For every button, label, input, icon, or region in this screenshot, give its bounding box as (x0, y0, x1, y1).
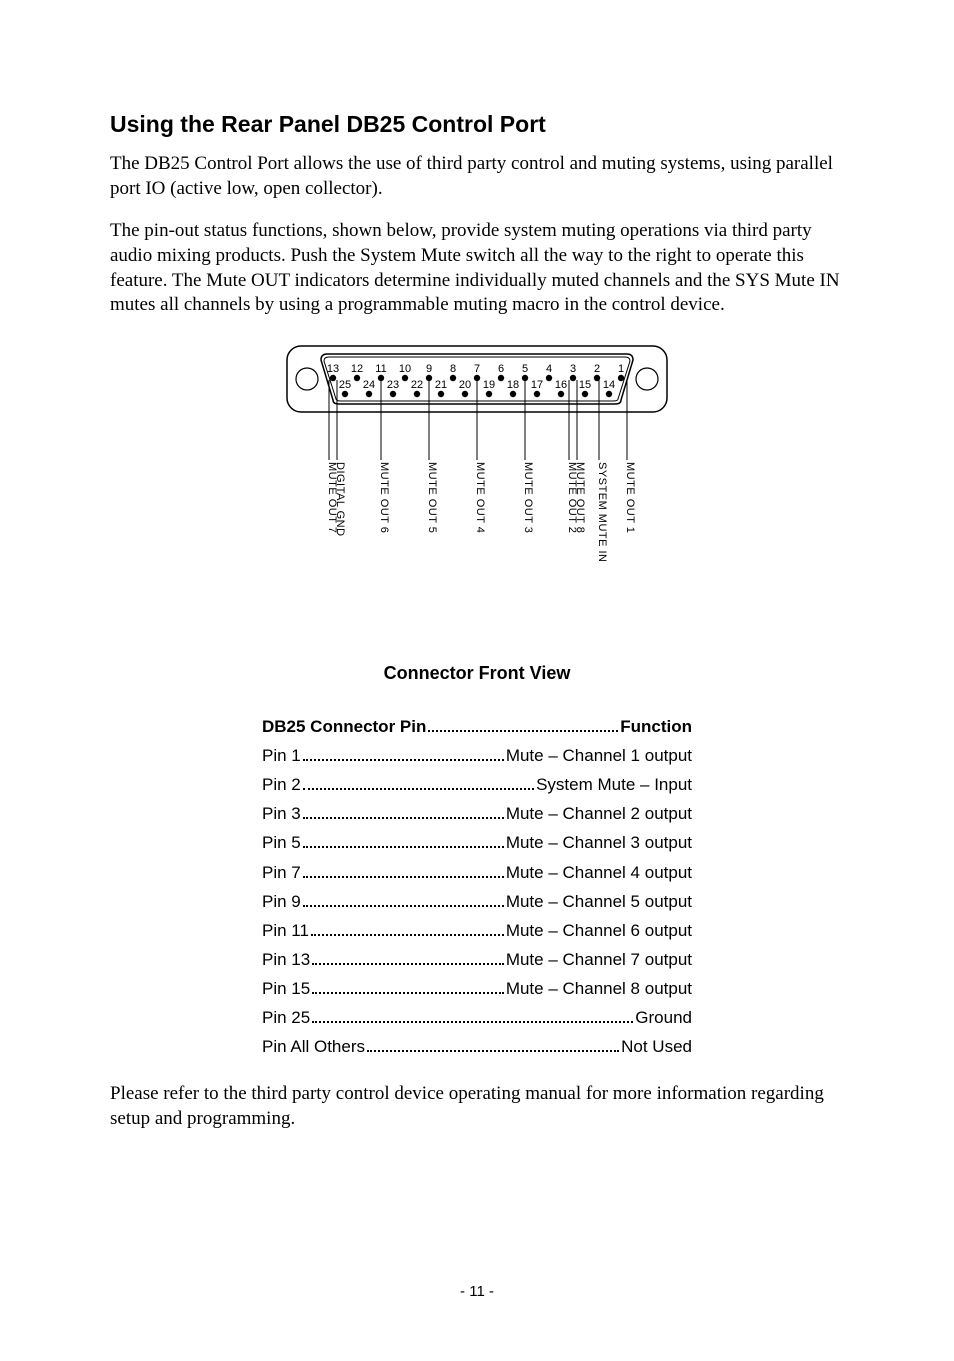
pin-callout-label: DIGITAL GND (334, 462, 346, 537)
pin-callout-label: MUTE OUT 8 (574, 462, 586, 533)
leader-dots (303, 744, 504, 761)
pin-label: Pin 1 (262, 745, 301, 767)
leader-dots (303, 861, 504, 878)
pin-number: 9 (426, 363, 432, 375)
db25-connector-figure: 1312111098765432125242322212019181716151… (110, 336, 844, 644)
pin-function-table: DB25 Connector Pin Function Pin 1 Mute – … (262, 715, 692, 1058)
page-number: - 11 - (110, 1282, 844, 1302)
leader-dots (312, 1006, 633, 1023)
pin-number: 4 (546, 363, 552, 375)
pin-label: Pin 3 (262, 803, 301, 825)
pin-number: 5 (522, 363, 528, 375)
pin-number: 16 (555, 379, 567, 391)
pin-function: Mute – Channel 2 output (506, 803, 692, 825)
pin-number: 1 (618, 363, 624, 375)
pin-table-row: Pin 9 Mute – Channel 5 output (262, 890, 692, 913)
leader-dots (303, 890, 504, 907)
pin-callout-label: MUTE OUT 1 (624, 462, 636, 533)
pin-function: Mute – Channel 4 output (506, 862, 692, 884)
pin-function: Not Used (621, 1036, 692, 1058)
leader-dots (312, 948, 504, 965)
pin-number: 15 (579, 379, 591, 391)
section-heading: Using the Rear Panel DB25 Control Port (110, 110, 844, 140)
pin-label: Pin 11 (262, 920, 309, 942)
leader-dots (428, 715, 618, 732)
pin-number: 11 (375, 363, 386, 375)
pin-label: Pin 9 (262, 891, 301, 913)
pin-number: 12 (351, 363, 363, 375)
pin-number: 6 (498, 363, 504, 375)
pin-table-row: Pin 2 System Mute – Input (262, 773, 692, 796)
pin-label: Pin 25 (262, 1007, 310, 1029)
pin-number: 22 (411, 379, 423, 391)
pin-function: Mute – Channel 3 output (506, 832, 692, 854)
pin-callout-label: MUTE OUT 3 (522, 462, 534, 533)
pin-callout-label: MUTE OUT 6 (378, 462, 390, 533)
pin-number: 14 (603, 379, 615, 391)
pin-number: 10 (399, 363, 411, 375)
pin-number: 13 (327, 363, 339, 375)
pin-table-row: Pin 1 Mute – Channel 1 output (262, 744, 692, 767)
pin-number: 23 (387, 379, 399, 391)
pin-number: 7 (474, 363, 480, 375)
leader-dots (303, 802, 504, 819)
pin-table-row: Pin 11 Mute – Channel 6 output (262, 919, 692, 942)
pin-function: Mute – Channel 8 output (506, 978, 692, 1000)
pin-number: 25 (339, 379, 351, 391)
pin-function: Mute – Channel 1 output (506, 745, 692, 767)
pin-number: 8 (450, 363, 456, 375)
pin-function: Ground (635, 1007, 692, 1029)
pin-callout-label: MUTE OUT 4 (474, 462, 486, 533)
pin-number: 18 (507, 379, 519, 391)
pin-function: Mute – Channel 6 output (506, 920, 692, 942)
pin-label: Pin 7 (262, 862, 301, 884)
pin-table-row: Pin 5 Mute – Channel 3 output (262, 831, 692, 854)
pin-label: Pin 13 (262, 949, 310, 971)
pin-table-row: Pin All Others Not Used (262, 1035, 692, 1058)
pin-table-row: Pin 13 Mute – Channel 7 output (262, 948, 692, 971)
pin-callout-label: MUTE OUT 5 (426, 462, 438, 533)
paragraph-1: The DB25 Control Port allows the use of … (110, 152, 844, 201)
pin-number: 2 (594, 363, 600, 375)
leader-dots (367, 1035, 619, 1052)
pin-number: 3 (570, 363, 576, 375)
pin-table-row: Pin 15 Mute – Channel 8 output (262, 977, 692, 1000)
closing-paragraph: Please refer to the third party control … (110, 1082, 844, 1131)
pin-label: Pin 15 (262, 978, 310, 1000)
pin-label: Pin 5 (262, 832, 301, 854)
pin-table-row: Pin 7 Mute – Channel 4 output (262, 861, 692, 884)
leader-dots (311, 919, 504, 936)
leader-dots (312, 977, 504, 994)
pin-number: 17 (531, 379, 543, 391)
leader-dots (303, 831, 504, 848)
pin-number: 24 (363, 379, 375, 391)
header-pin: DB25 Connector Pin (262, 716, 426, 738)
pin-label: Pin 2 (262, 774, 301, 796)
figure-caption: Connector Front View (110, 662, 844, 685)
paragraph-2: The pin-out status functions, shown belo… (110, 219, 844, 318)
pin-label: Pin All Others (262, 1036, 365, 1058)
db25-connector-diagram: 1312111098765432125242322212019181716151… (267, 336, 687, 636)
pin-number: 19 (483, 379, 495, 391)
pin-table-row: Pin 3 Mute – Channel 2 output (262, 802, 692, 825)
pin-function: System Mute – Input (536, 774, 692, 796)
header-function: Function (620, 716, 692, 738)
pin-function: Mute – Channel 7 output (506, 949, 692, 971)
leader-dots (303, 773, 534, 790)
pin-table-header: DB25 Connector Pin Function (262, 715, 692, 738)
pin-number: 21 (435, 379, 447, 391)
pin-function: Mute – Channel 5 output (506, 891, 692, 913)
pin-number: 20 (459, 379, 471, 391)
pin-table-row: Pin 25 Ground (262, 1006, 692, 1029)
pin-callout-label: SYSTEM MUTE IN (596, 462, 608, 563)
